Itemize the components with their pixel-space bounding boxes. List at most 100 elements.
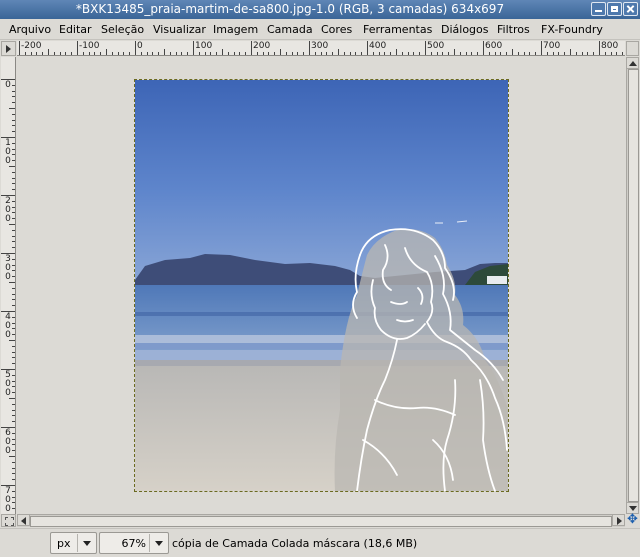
menu-ferramentas[interactable]: Ferramentas	[363, 23, 432, 36]
ruler-minor-tick	[506, 52, 508, 55]
ruler-minor-tick	[314, 52, 316, 55]
minimize-icon[interactable]	[591, 2, 606, 16]
scroll-up-icon[interactable]	[626, 57, 639, 69]
horizontal-scroll-thumb[interactable]	[30, 516, 612, 527]
ruler-minor-tick	[12, 258, 15, 260]
menu-imagem[interactable]: Imagem	[213, 23, 258, 36]
horizontal-scrollbar[interactable]	[17, 514, 625, 527]
navigate-icon[interactable]: ✥	[626, 513, 639, 527]
ruler-minor-tick	[111, 52, 113, 55]
scroll-right-icon[interactable]	[612, 514, 625, 526]
ruler-label: 2 0 0	[5, 196, 11, 224]
ruler-minor-tick	[12, 287, 15, 289]
canvas-area[interactable]	[17, 57, 625, 514]
horizontal-ruler[interactable]: -200 -100 0 100 200 300 400 500 600 700 800	[17, 41, 625, 56]
menu-filtros[interactable]: Filtros	[497, 23, 530, 36]
ruler-minor-tick	[12, 113, 15, 115]
vertical-scrollbar[interactable]	[626, 57, 639, 514]
ruler-minor-tick	[12, 90, 15, 92]
menu-cores[interactable]: Cores	[321, 23, 352, 36]
ruler-minor-tick	[465, 52, 467, 55]
ruler-minor-tick	[459, 52, 461, 55]
close-icon[interactable]	[623, 2, 638, 16]
ruler-minor-tick	[581, 52, 583, 55]
ruler-minor-tick	[204, 52, 206, 55]
ruler-minor-tick	[82, 52, 84, 55]
ruler-minor-tick	[100, 52, 102, 55]
ruler-minor-tick	[12, 247, 15, 249]
ruler-minor-tick	[558, 52, 560, 55]
ruler-minor-tick	[117, 52, 119, 55]
quick-mask-icon[interactable]	[1, 514, 16, 527]
ruler-minor-tick	[12, 96, 15, 98]
ruler-label: 0	[137, 41, 143, 51]
ruler-label: 400	[369, 41, 387, 51]
ruler-minor-tick	[280, 49, 281, 55]
ruler-minor-tick	[59, 52, 61, 55]
ruler-minor-tick	[12, 299, 15, 301]
menu-arquivo[interactable]: Arquivo	[9, 23, 51, 36]
ruler-minor-tick	[12, 212, 15, 214]
menu-fx-foundry[interactable]: FX-Foundry	[541, 23, 603, 36]
menu-editar[interactable]: Editar	[59, 23, 92, 36]
ruler-minor-tick	[268, 52, 270, 55]
ruler-minor-tick	[494, 52, 496, 55]
ruler-minor-tick	[12, 171, 15, 173]
ruler-label: 4 0 0	[5, 312, 11, 340]
menu-selecao[interactable]: Seleção	[101, 23, 144, 36]
ruler-tick	[251, 41, 252, 55]
ruler-minor-tick	[12, 357, 15, 359]
ruler-minor-tick	[12, 351, 15, 353]
ruler-minor-tick	[12, 218, 15, 220]
ruler-minor-tick	[303, 52, 305, 55]
beach-image	[135, 80, 508, 491]
ruler-minor-tick	[338, 49, 339, 55]
ruler-minor-tick	[332, 52, 334, 55]
image-canvas[interactable]	[134, 79, 509, 492]
zoom-to-fit-toggle[interactable]	[626, 41, 639, 56]
ruler-minor-tick	[616, 52, 618, 55]
ruler-minor-tick	[349, 52, 351, 55]
triangle-right-icon[interactable]	[1, 41, 16, 56]
zoom-selector[interactable]: 67%	[99, 532, 169, 554]
ruler-minor-tick	[175, 52, 177, 55]
ruler-minor-tick	[396, 49, 397, 55]
ruler-minor-tick	[12, 293, 15, 295]
ruler-minor-tick	[454, 49, 455, 55]
ruler-minor-tick	[12, 235, 15, 237]
vertical-scroll-thumb[interactable]	[628, 69, 639, 502]
menu-camada[interactable]: Camada	[267, 23, 313, 36]
menu-visualizar[interactable]: Visualizar	[153, 23, 206, 36]
ruler-label: 300	[311, 41, 329, 51]
ruler-minor-tick	[12, 444, 15, 446]
ruler-minor-tick	[12, 154, 15, 156]
ruler-minor-tick	[535, 52, 537, 55]
ruler-minor-tick	[233, 52, 235, 55]
scroll-left-icon[interactable]	[17, 514, 30, 526]
ruler-minor-tick	[12, 479, 15, 481]
ruler-minor-tick	[320, 52, 322, 55]
ruler-minor-tick	[12, 328, 15, 330]
ruler-minor-tick	[12, 334, 15, 336]
ruler-minor-tick	[570, 49, 571, 55]
ruler-label: -200	[21, 41, 42, 51]
statusbar: px 67% cópia de Camada Colada máscara (1…	[0, 528, 640, 557]
vertical-ruler[interactable]: 0 1 0 0 2 0 0 3 0 0 4 0 0 5 0 0 6 0 0 7 0 0	[1, 57, 16, 514]
ruler-minor-tick	[12, 438, 15, 440]
window-title: *BXK13485_praia-martim-de-sa800.jpg-1.0 …	[75, 2, 505, 16]
ruler-minor-tick	[604, 52, 606, 55]
chevron-down-icon[interactable]	[77, 534, 95, 552]
unit-selector[interactable]: px	[50, 532, 97, 554]
ruler-tick	[541, 41, 542, 55]
ruler-minor-tick	[65, 52, 67, 55]
ruler-minor-tick	[12, 183, 15, 185]
ruler-minor-tick	[419, 52, 421, 55]
ruler-minor-tick	[12, 177, 15, 179]
maximize-icon[interactable]	[607, 2, 622, 16]
ruler-minor-tick	[12, 160, 15, 162]
ruler-minor-tick	[12, 467, 15, 469]
menu-dialogos[interactable]: Diálogos	[441, 23, 489, 36]
chevron-down-icon[interactable]	[149, 534, 167, 552]
ruler-minor-tick	[512, 49, 513, 55]
ruler-minor-tick	[9, 340, 15, 341]
